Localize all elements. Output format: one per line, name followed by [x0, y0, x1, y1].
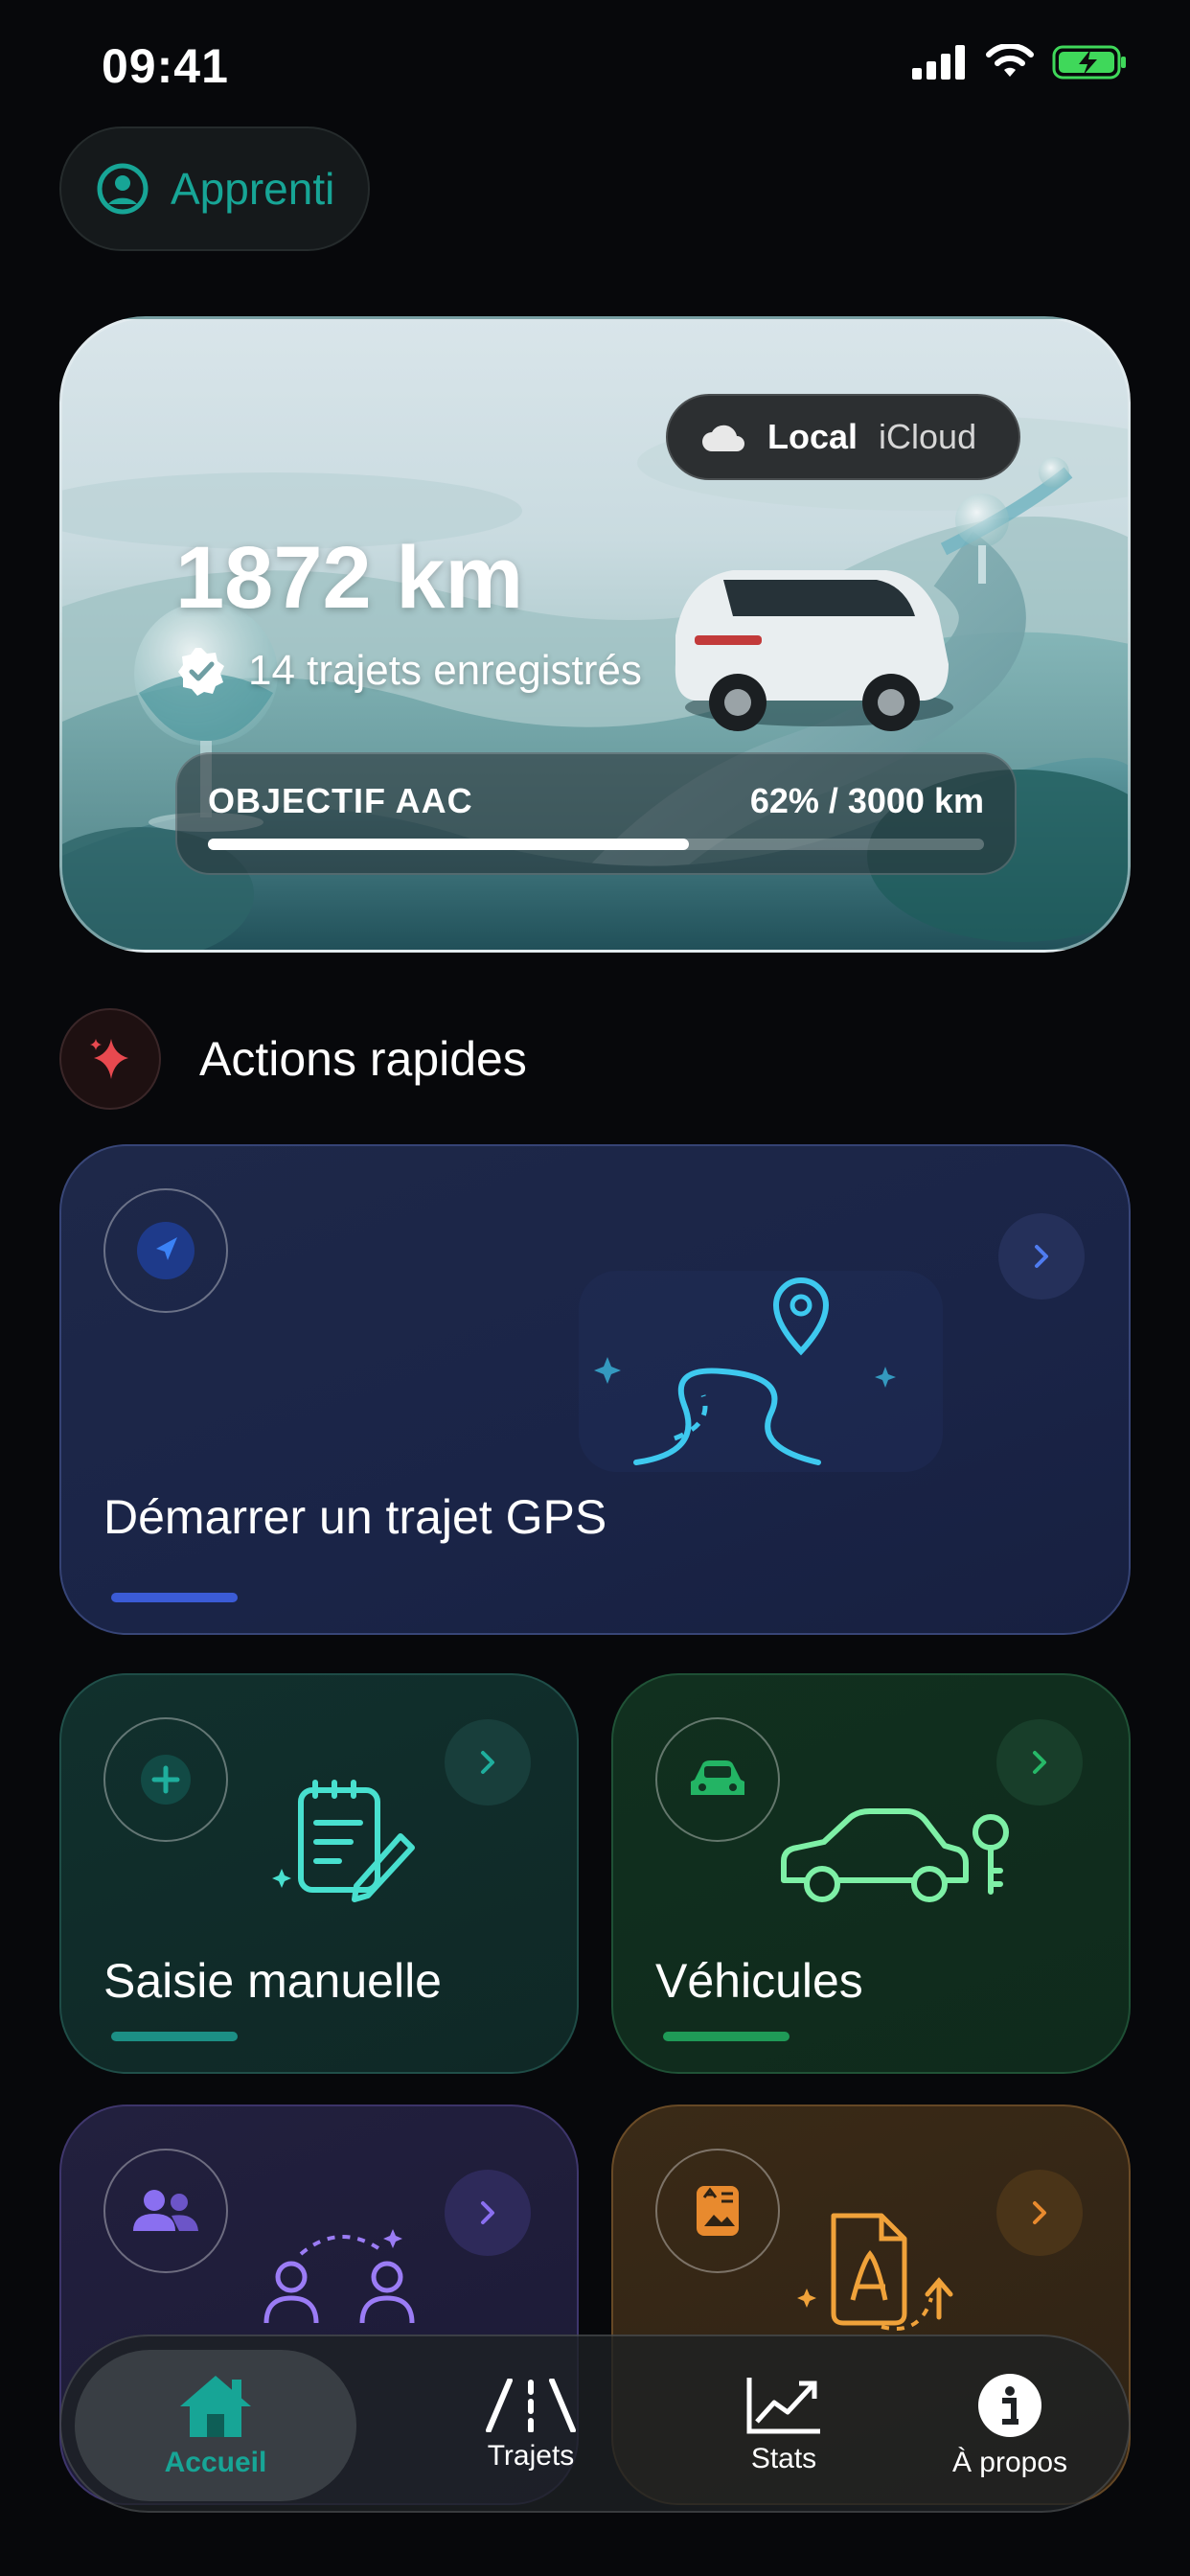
storage-option-icloud[interactable]: iCloud — [879, 417, 976, 457]
tab-accueil[interactable]: Accueil — [75, 2350, 356, 2501]
goal-value: 62% / 3000 km — [749, 781, 984, 820]
verified-badge-icon — [178, 648, 224, 696]
status-bar: 09:41 — [0, 0, 1190, 134]
home-icon — [180, 2376, 251, 2437]
car-illustration — [675, 570, 953, 731]
trips-count: 14 trajets enregistrés — [175, 645, 642, 697]
goal-progress: OBJECTIF AAC 62% / 3000 km — [175, 752, 1017, 875]
quick-actions-title: Actions rapides — [199, 1032, 527, 1086]
profile-button[interactable]: Apprenti — [59, 126, 370, 251]
tab-bar: Accueil Trajets Stats À propos — [59, 2334, 1131, 2513]
manual-entry-title: Saisie manuelle — [103, 1954, 442, 2008]
profile-label: Apprenti — [171, 164, 335, 214]
storage-option-local[interactable]: Local — [767, 417, 858, 457]
sparkles-icon — [59, 1008, 161, 1110]
chart-icon — [746, 2378, 820, 2434]
quick-actions-header: Actions rapides — [59, 1008, 527, 1110]
chevron-right-icon[interactable] — [998, 1213, 1085, 1300]
tab-label-accueil: Accueil — [164, 2447, 267, 2478]
tab-trajets[interactable]: Trajets — [425, 2336, 636, 2515]
tab-label-a-propos: À propos — [951, 2447, 1068, 2478]
goal-label: OBJECTIF AAC — [208, 781, 473, 820]
cloud-icon — [702, 425, 744, 451]
start-gps-trip-card[interactable]: Démarrer un trajet GPS — [59, 1144, 1131, 1635]
chevron-right-icon[interactable] — [996, 1719, 1083, 1806]
people-exchange-icon — [263, 2229, 415, 2324]
vehicles-title: Véhicules — [655, 1954, 863, 2008]
document-image-icon — [655, 2149, 780, 2273]
car-icon — [655, 1717, 780, 1842]
trips-count-text: 14 trajets enregistrés — [248, 647, 642, 694]
card-accent-bar — [111, 1593, 238, 1602]
tab-a-propos[interactable]: À propos — [904, 2336, 1115, 2515]
pdf-export-icon — [797, 2213, 953, 2331]
card-accent-bar — [111, 2032, 238, 2041]
manual-entry-card[interactable]: Saisie manuelle — [59, 1673, 579, 2074]
location-arrow-icon — [103, 1188, 228, 1313]
vehicles-card[interactable]: Véhicules — [611, 1673, 1131, 2074]
users-icon — [103, 2149, 228, 2273]
storage-toggle[interactable]: Local iCloud — [666, 394, 1020, 480]
goal-progress-fill — [208, 839, 690, 850]
chevron-right-icon[interactable] — [445, 2170, 531, 2256]
tab-label-trajets: Trajets — [487, 2440, 575, 2472]
info-icon — [978, 2374, 1041, 2437]
wifi-icon — [986, 44, 1034, 77]
goal-progress-track — [208, 839, 984, 850]
status-icons — [912, 44, 1129, 80]
card-accent-bar — [663, 2032, 790, 2041]
plus-circle-icon — [103, 1717, 228, 1842]
road-map-icon — [579, 1271, 943, 1472]
car-key-icon — [781, 1808, 1009, 1902]
tab-stats[interactable]: Stats — [678, 2336, 889, 2515]
notepad-pencil-icon — [272, 1780, 415, 1902]
signal-icon — [912, 45, 965, 80]
road-icon — [486, 2379, 576, 2432]
chevron-right-icon[interactable] — [445, 1719, 531, 1806]
total-distance: 1872 km — [175, 529, 524, 627]
chevron-right-icon[interactable] — [996, 2170, 1083, 2256]
hero-card: Local iCloud 1872 km 14 trajets enregist… — [59, 316, 1131, 953]
clock: 09:41 — [102, 39, 229, 93]
battery-charging-icon — [1052, 45, 1126, 80]
tab-label-stats: Stats — [750, 2443, 817, 2474]
start-gps-trip-title: Démarrer un trajet GPS — [103, 1490, 607, 1544]
user-circle-icon — [97, 163, 149, 215]
